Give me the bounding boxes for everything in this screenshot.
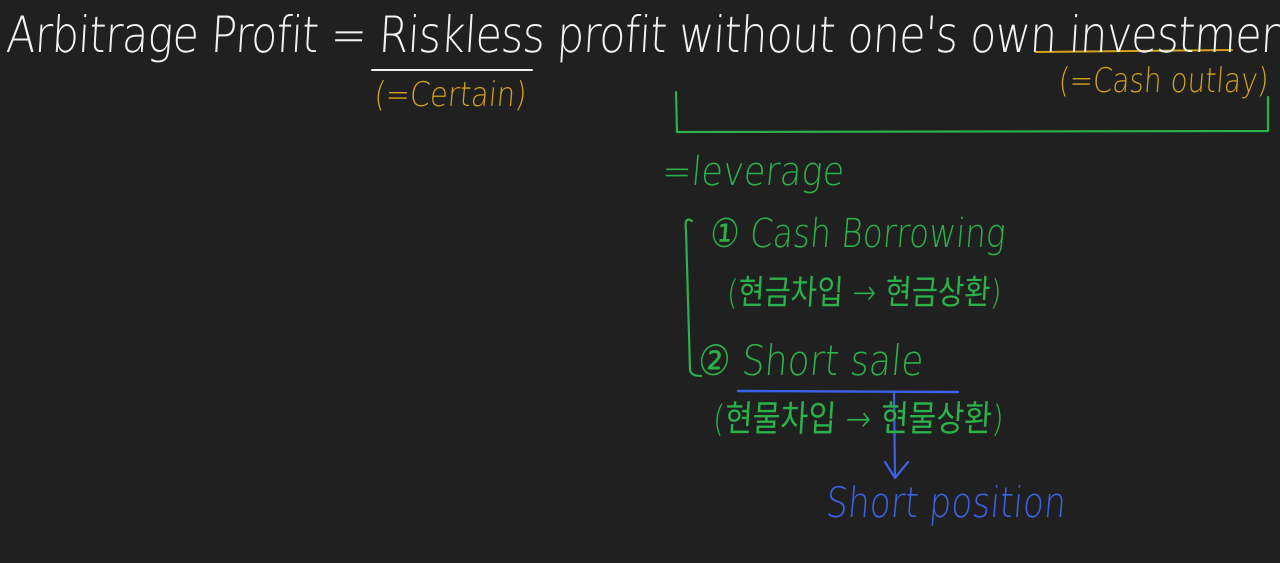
cash-borrowing-item: ① Cash Borrowing xyxy=(708,211,1008,257)
short-position-arrowhead xyxy=(883,460,910,480)
cash-outlay-annotation: (=Cash outlay) xyxy=(1057,61,1270,101)
title-equation: Arbitrage Profit = Riskless profit witho… xyxy=(4,6,1280,64)
certain-annotation: (=Certain) xyxy=(372,75,529,115)
short-sale-item: ② Short sale xyxy=(695,336,926,385)
cash-borrowing-korean-note: (현금차입 → 현금상환) xyxy=(725,273,1003,313)
leverage-label: =leverage xyxy=(660,149,847,195)
short-position-label: Short position xyxy=(824,478,1069,527)
short-sale-underline xyxy=(736,389,960,394)
whiteboard-canvas: Arbitrage Profit = Riskless profit witho… xyxy=(0,0,1280,563)
short-sale-korean-note: (현물차입 → 현물상환) xyxy=(711,399,1005,440)
